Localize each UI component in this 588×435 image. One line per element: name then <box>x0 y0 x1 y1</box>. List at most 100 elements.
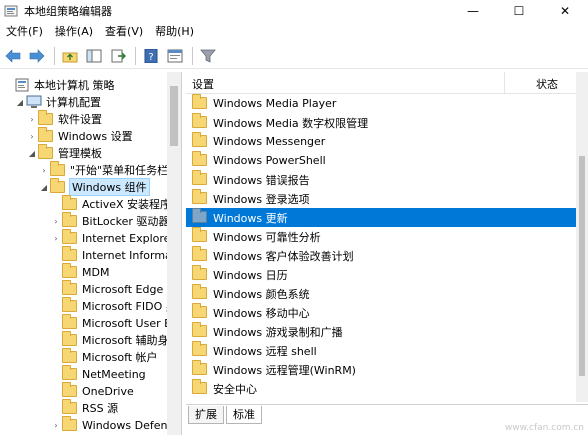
tree-item-label: MDM <box>82 265 110 279</box>
expand-chevron-icon[interactable]: › <box>50 234 62 243</box>
tree-item[interactable]: Microsoft FIDO 身 <box>50 297 177 315</box>
toolbar-separator <box>135 46 136 65</box>
tree-item[interactable]: ◢ 管理模板 <box>26 144 102 162</box>
tree-item[interactable]: Microsoft 辅助身 <box>50 331 169 349</box>
help-icon: ? <box>144 48 158 63</box>
minimize-button[interactable]: — <box>450 0 496 22</box>
back-button[interactable] <box>2 45 24 67</box>
settings-list-pane[interactable]: 设置 状态 Windows Media Player Windows Media … <box>186 72 588 402</box>
list-item[interactable]: Windows Media Player <box>186 94 576 113</box>
tree-item-label: Microsoft User E <box>82 316 172 330</box>
list-item[interactable]: Windows 游戏录制和广播 <box>186 322 576 341</box>
tree-item-label: 软件设置 <box>58 113 102 126</box>
tree-item[interactable]: ◢ 计算机配置 <box>14 93 101 111</box>
list-item[interactable]: Windows PowerShell <box>186 151 576 170</box>
list-item-label: Windows 错误报告 <box>213 173 310 187</box>
tab-standard[interactable]: 标准 <box>226 406 262 424</box>
list-item[interactable]: 安全中心 <box>186 379 576 398</box>
expand-chevron-icon[interactable]: › <box>38 166 50 175</box>
tree-item-label: Microsoft 帐户 <box>82 351 158 364</box>
expand-chevron-icon[interactable]: › <box>26 132 38 141</box>
tree-item[interactable]: › Windows 设置 <box>26 127 133 145</box>
expand-chevron-icon[interactable]: ◢ <box>26 149 38 158</box>
expand-chevron-icon[interactable]: › <box>26 115 38 124</box>
tree-item[interactable]: › "开始"菜单和任务栏 <box>38 161 168 179</box>
tree-item[interactable]: NetMeeting <box>50 365 146 383</box>
filter-button[interactable] <box>197 45 219 67</box>
list-item[interactable]: Windows Messenger <box>186 132 576 151</box>
list-item[interactable]: Windows Media 数字权限管理 <box>186 113 576 132</box>
tree-item[interactable]: Internet Informa <box>50 246 172 264</box>
expand-chevron-icon[interactable]: › <box>50 421 62 430</box>
folder-icon <box>192 189 207 206</box>
tree-pane[interactable]: 本地计算机 策略 ◢ 计算机配置 › 软件设置 › Windows 设置 ◢ 管理模板 › "开始"… <box>0 72 182 435</box>
folder-icon <box>62 365 78 381</box>
help-button[interactable]: ? <box>140 45 162 67</box>
tree-scrollbar-thumb[interactable] <box>170 86 178 146</box>
tree-item[interactable]: › BitLocker 驱动器 <box>50 212 169 230</box>
show-hide-tree-button[interactable] <box>83 45 105 67</box>
column-divider[interactable] <box>504 72 505 94</box>
tree-item-label: OneDrive <box>82 384 134 398</box>
tree-item[interactable]: ActiveX 安装程序 <box>50 195 171 213</box>
folder-icon <box>62 331 78 347</box>
tree-item[interactable]: › 软件设置 <box>26 110 102 128</box>
list-item[interactable]: Windows 日历 <box>186 265 576 284</box>
list-item-label: Windows 远程 shell <box>213 344 317 358</box>
menu-file[interactable]: 文件(F) <box>0 22 49 42</box>
tree-item[interactable]: ◢ Windows 组件 <box>38 178 150 196</box>
up-folder-icon <box>62 52 78 62</box>
folder-icon <box>62 314 78 330</box>
list-item-label: Windows 移动中心 <box>213 306 310 320</box>
list-item-label: Windows 远程管理(WinRM) <box>213 363 356 377</box>
list-item-label: 安全中心 <box>213 382 257 396</box>
folder-icon <box>192 379 207 396</box>
list-item[interactable]: Windows 颜色系统 <box>186 284 576 303</box>
list-item-label: Windows 登录选项 <box>213 192 310 206</box>
list-item[interactable]: Windows 登录选项 <box>186 189 576 208</box>
list-item-label: Windows 游戏录制和广播 <box>213 325 343 339</box>
window-controls: — ☐ ✕ <box>450 0 588 22</box>
list-item[interactable]: Windows 更新 <box>186 208 576 227</box>
tree-item-label: ActiveX 安装程序 <box>82 198 172 211</box>
export-list-button[interactable] <box>107 45 129 67</box>
expand-chevron-icon[interactable]: ◢ <box>14 98 26 107</box>
tree-item[interactable]: OneDrive <box>50 382 134 400</box>
show-hide-tree-icon <box>86 49 102 62</box>
tree-item[interactable]: MDM <box>50 263 109 281</box>
list-item[interactable]: Windows 客户体验改善计划 <box>186 246 576 265</box>
list-item-label: Windows 客户体验改善计划 <box>213 249 354 263</box>
tree-item[interactable]: Microsoft Edge <box>50 280 163 298</box>
tree-item[interactable]: › Internet Explorer <box>50 229 175 247</box>
maximize-button[interactable]: ☐ <box>496 0 542 22</box>
menu-help[interactable]: 帮助(H) <box>149 22 200 42</box>
list-item[interactable]: Windows 远程 shell <box>186 341 576 360</box>
list-item[interactable]: Windows 可靠性分析 <box>186 227 576 246</box>
list-scrollbar[interactable] <box>576 72 588 402</box>
close-button[interactable]: ✕ <box>542 0 588 22</box>
tab-extended[interactable]: 扩展 <box>188 406 224 424</box>
tree-item[interactable]: Microsoft 帐户 <box>50 348 158 366</box>
tree-item[interactable]: › Windows Defen <box>50 416 167 434</box>
tree-scrollbar[interactable] <box>167 72 181 435</box>
list-item[interactable]: Windows 错误报告 <box>186 170 576 189</box>
list-item[interactable]: Windows 移动中心 <box>186 303 576 322</box>
tree-item[interactable]: RSS 源 <box>50 399 118 417</box>
expand-chevron-icon[interactable]: ◢ <box>38 183 50 192</box>
list-item-label: Windows Media Player <box>213 97 337 110</box>
tree-item-label: NetMeeting <box>82 367 146 381</box>
properties-button[interactable] <box>164 45 186 67</box>
folder-icon <box>192 246 207 263</box>
column-header-state[interactable]: 状态 <box>536 76 558 92</box>
list-scrollbar-thumb[interactable] <box>579 156 585 376</box>
expand-chevron-icon[interactable]: › <box>50 217 62 226</box>
tree-item-label: 管理模板 <box>58 147 102 160</box>
list-item[interactable]: Windows 远程管理(WinRM) <box>186 360 576 379</box>
menu-view[interactable]: 查看(V) <box>99 22 149 42</box>
forward-button[interactable] <box>26 45 48 67</box>
tree-item[interactable]: Microsoft User E <box>50 314 171 332</box>
tree-item[interactable]: 本地计算机 策略 <box>2 76 115 94</box>
column-header-setting[interactable]: 设置 <box>192 76 214 92</box>
up-level-button[interactable] <box>59 45 81 67</box>
menu-action[interactable]: 操作(A) <box>49 22 99 42</box>
